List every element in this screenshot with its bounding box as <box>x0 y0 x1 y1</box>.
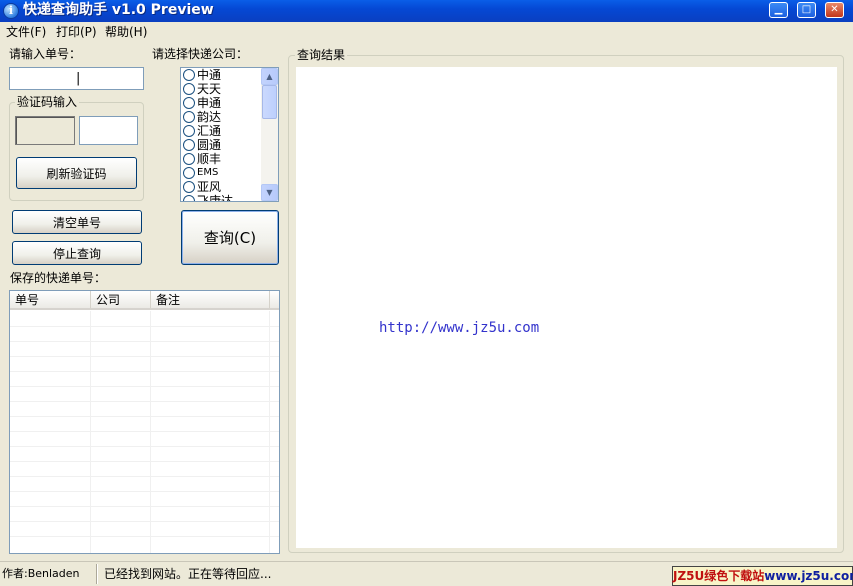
radio-button[interactable] <box>183 125 195 137</box>
company-option-label: 圆通 <box>197 138 222 152</box>
window-title: 快递查询助手 v1.0 Preview <box>23 2 214 18</box>
grid-line <box>10 491 279 492</box>
title-bar[interactable]: i 快递查询助手 v1.0 Preview ▁ □ ✕ <box>0 0 853 22</box>
status-author: 作者:Benladen <box>2 567 80 580</box>
company-option-label: 韵达 <box>197 110 222 124</box>
saved-numbers-table[interactable]: 单号 公司 备注 <box>9 290 280 554</box>
status-message: 已经找到网站。正在等待回应... <box>104 567 272 581</box>
watermark-url: www.jz5u.com <box>764 569 853 583</box>
radio-button[interactable] <box>183 167 195 179</box>
clear-numbers-button[interactable]: 清空单号 <box>12 210 142 234</box>
company-option-label: 天天 <box>197 82 222 96</box>
grid-line <box>10 356 279 357</box>
company-option-label: 亚风 <box>197 180 222 194</box>
column-header-number[interactable]: 单号 <box>10 291 91 310</box>
radio-button[interactable] <box>183 195 195 201</box>
query-result-title: 查询结果 <box>295 48 348 62</box>
company-option-label: 申通 <box>197 96 222 110</box>
menu-print[interactable]: 打印(P) <box>56 24 97 40</box>
site-watermark: JZ5U绿色下载站www.jz5u.com <box>672 566 853 586</box>
grid-line <box>10 371 279 372</box>
grid-line <box>269 311 270 553</box>
company-option-label: 汇通 <box>197 124 222 138</box>
grid-line <box>10 341 279 342</box>
company-option-label: EMS <box>197 167 219 178</box>
tracking-number-input[interactable]: | <box>9 67 144 90</box>
grid-line <box>10 431 279 432</box>
radio-button[interactable] <box>183 111 195 123</box>
grid-line <box>10 476 279 477</box>
grid-line <box>10 416 279 417</box>
saved-numbers-label: 保存的快递单号： <box>10 271 107 285</box>
scroll-up-arrow-icon[interactable]: ▲ <box>261 68 278 85</box>
company-option-label: 顺丰 <box>197 152 222 166</box>
stop-query-button[interactable]: 停止查询 <box>12 241 142 265</box>
radio-button[interactable] <box>183 83 195 95</box>
grid-line <box>10 401 279 402</box>
column-header-company[interactable]: 公司 <box>91 291 151 310</box>
watermark-prefix: JZ5U绿色下载站 <box>673 569 765 583</box>
company-option-label: 飞康达 <box>197 194 234 202</box>
captcha-image <box>15 116 75 145</box>
captcha-group-title: 验证码输入 <box>15 95 80 109</box>
grid-line <box>150 311 151 553</box>
captcha-input[interactable] <box>79 116 138 145</box>
app-info-icon: i <box>3 3 19 19</box>
scroll-down-arrow-icon[interactable]: ▼ <box>261 184 278 201</box>
scroll-thumb[interactable] <box>262 85 277 119</box>
close-button[interactable]: ✕ <box>825 2 844 18</box>
grid-line <box>10 461 279 462</box>
company-option-label: 中通 <box>197 68 222 82</box>
company-label: 请选择快递公司： <box>152 47 249 61</box>
grid-line <box>10 536 279 537</box>
radio-button[interactable] <box>183 69 195 81</box>
tracking-number-label: 请输入单号： <box>9 47 82 61</box>
grid-line <box>10 326 279 327</box>
refresh-captcha-button[interactable]: 刷新验证码 <box>16 157 137 189</box>
text-caret: | <box>76 71 81 86</box>
radio-button[interactable] <box>183 139 195 151</box>
menu-bar: 文件(F) 打印(P) 帮助(H) <box>0 22 853 42</box>
menu-file[interactable]: 文件(F) <box>6 24 46 40</box>
grid-line <box>10 506 279 507</box>
radio-button[interactable] <box>183 97 195 109</box>
grid-line <box>10 446 279 447</box>
query-result-pane[interactable] <box>296 67 837 548</box>
column-header-filler <box>270 291 279 310</box>
grid-line <box>10 386 279 387</box>
grid-line <box>90 311 91 553</box>
column-header-remark[interactable]: 备注 <box>151 291 270 310</box>
company-list-scrollbar[interactable]: ▲ ▼ <box>261 68 278 201</box>
minimize-button[interactable]: ▁ <box>769 2 788 18</box>
status-separator <box>96 564 98 584</box>
maximize-button[interactable]: □ <box>797 2 816 18</box>
radio-button[interactable] <box>183 181 195 193</box>
menu-help[interactable]: 帮助(H) <box>105 24 147 40</box>
result-url-text[interactable]: http://www.jz5u.com <box>379 320 539 336</box>
grid-line <box>10 521 279 522</box>
radio-button[interactable] <box>183 153 195 165</box>
query-button[interactable]: 查询(C) <box>181 210 279 265</box>
